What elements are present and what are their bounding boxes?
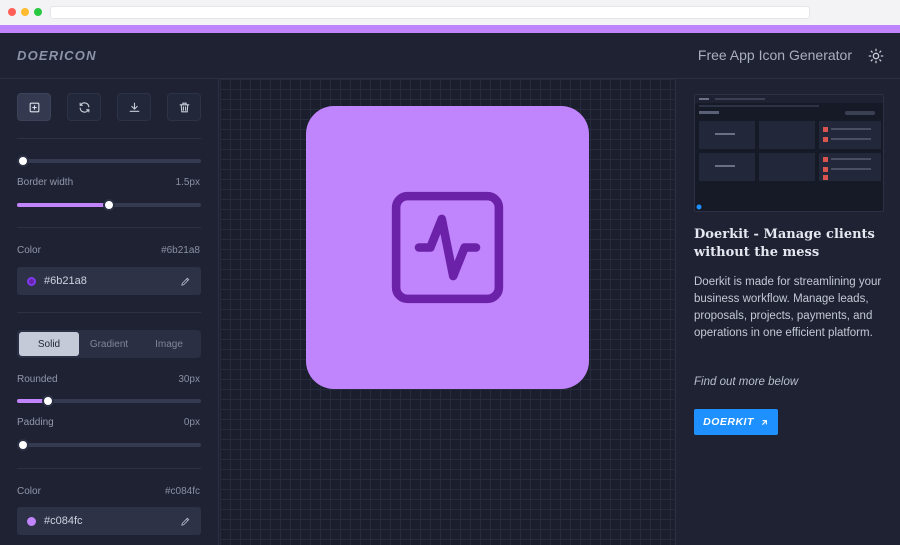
padding-slider[interactable] [17, 439, 201, 451]
doerkit-screenshot[interactable] [694, 94, 884, 212]
icon-size-slider[interactable] [17, 155, 201, 167]
settings-panel: Border width 1.5px Color #6b21a8 #6b21a8… [0, 79, 219, 545]
rounded-slider[interactable] [17, 395, 201, 407]
add-icon [29, 102, 39, 112]
border-width-label: Border width [17, 177, 74, 188]
delete-button[interactable] [167, 93, 201, 121]
close-window-button[interactable] [8, 8, 16, 16]
background-color-value: #c084fc [164, 486, 200, 497]
slider-thumb[interactable] [42, 395, 55, 407]
divider [17, 312, 201, 313]
border-width-value: 1.5px [175, 177, 200, 188]
icon-color-swatch[interactable] [27, 276, 36, 286]
refresh-icon [79, 101, 89, 113]
accent-bar [0, 25, 900, 33]
icon-color-label: Color [17, 245, 41, 256]
slider-track [17, 159, 201, 163]
slider-fill [17, 203, 109, 207]
activity-square-icon [391, 191, 504, 304]
tab-gradient[interactable]: Gradient [79, 332, 139, 356]
border-width-slider[interactable] [17, 199, 201, 211]
add-icon-button[interactable] [17, 93, 51, 121]
preview-canvas [220, 79, 674, 545]
slider-thumb[interactable] [103, 199, 115, 211]
logo[interactable]: DOERICON [17, 48, 97, 63]
arrow-up-right-icon [761, 419, 767, 425]
doerkit-screenshot-image [695, 95, 883, 210]
theme-toggle-sun-icon[interactable] [868, 48, 884, 64]
randomize-button[interactable] [67, 93, 101, 121]
doerkit-link-button[interactable]: DOERKIT [694, 409, 778, 435]
pencil-icon[interactable] [180, 516, 191, 527]
rounded-label: Rounded [17, 374, 58, 385]
icon-color-field[interactable]: #6b21a8 [17, 267, 201, 295]
tab-image[interactable]: Image [139, 332, 199, 356]
rounded-value: 30px [178, 374, 200, 385]
promo-panel: Doerkit - Manage clients without the mes… [675, 79, 900, 545]
background-color-swatch[interactable] [27, 516, 36, 526]
divider [17, 227, 201, 228]
download-button[interactable] [117, 93, 151, 121]
icon-color-value: #6b21a8 [161, 245, 200, 256]
padding-value: 0px [183, 417, 200, 428]
slider-track [17, 443, 201, 447]
download-icon [129, 102, 139, 112]
divider [17, 468, 201, 469]
minimize-window-button[interactable] [21, 8, 29, 16]
tab-solid[interactable]: Solid [19, 332, 79, 356]
promo-cta-text: Find out more below [694, 376, 799, 388]
promo-description: Doerkit is made for streamlining your bu… [694, 276, 882, 339]
promo-title: Doerkit - Manage clients without the mes… [694, 227, 875, 260]
background-color-text[interactable]: #c084fc [44, 515, 180, 527]
app-title: Free App Icon Generator [697, 47, 852, 63]
browser-chrome [0, 0, 900, 25]
icon-preview[interactable] [306, 106, 589, 389]
background-type-tabs: Solid Gradient Image [17, 330, 201, 358]
doerkit-button-label: DOERKIT [703, 416, 754, 428]
icon-color-text[interactable]: #6b21a8 [44, 275, 180, 287]
trash-icon [179, 102, 189, 112]
address-bar[interactable] [50, 6, 810, 19]
background-color-label: Color [17, 486, 41, 497]
slider-thumb[interactable] [17, 439, 29, 451]
padding-label: Padding [17, 417, 54, 428]
app-header: DOERICON Free App Icon Generator [0, 33, 900, 79]
background-color-field[interactable]: #c084fc [17, 507, 201, 535]
maximize-window-button[interactable] [34, 8, 42, 16]
divider [17, 138, 201, 139]
window-controls [8, 8, 42, 16]
pencil-icon[interactable] [180, 276, 191, 287]
slider-thumb[interactable] [17, 155, 29, 167]
